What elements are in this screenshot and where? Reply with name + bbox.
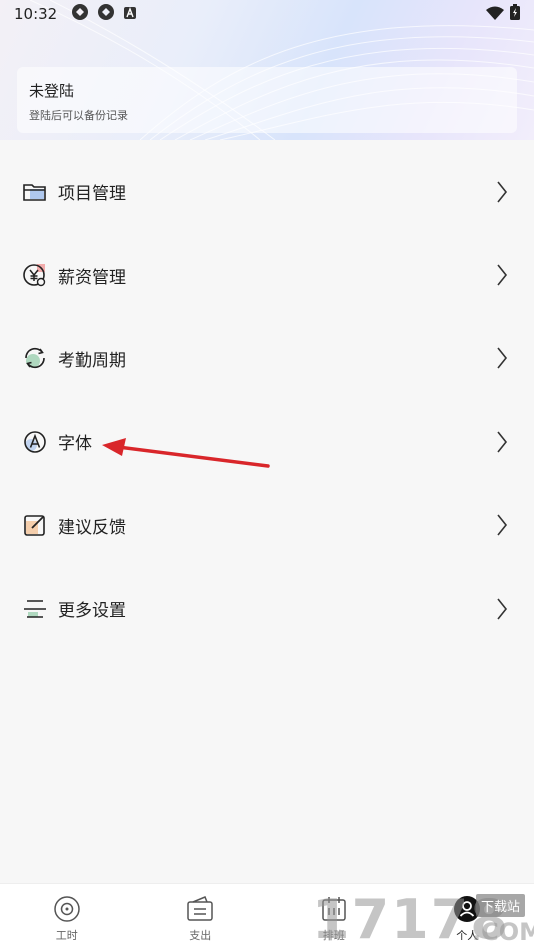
menu-item-label: 薪资管理 bbox=[58, 267, 126, 288]
menu-item-salary-management[interactable]: 薪资管理 bbox=[0, 233, 534, 316]
chevron-right-icon bbox=[497, 514, 508, 536]
menu-item-label: 项目管理 bbox=[58, 184, 126, 205]
profile-header: 10:32 未登陆 登陆后可以备份记录 bbox=[0, 0, 534, 140]
settings-list-icon bbox=[22, 596, 48, 622]
clock-icon bbox=[54, 896, 80, 922]
edit-icon bbox=[22, 512, 48, 538]
menu-item-label: 考勤周期 bbox=[58, 350, 126, 371]
login-title: 未登陆 bbox=[29, 82, 75, 100]
menu-item-label: 字体 bbox=[58, 434, 92, 455]
font-icon bbox=[22, 429, 48, 455]
yen-icon bbox=[22, 262, 48, 288]
folder-icon bbox=[22, 179, 48, 205]
wallet-icon bbox=[187, 896, 213, 921]
menu-item-label: 更多设置 bbox=[58, 601, 126, 622]
menu-item-more-settings[interactable]: 更多设置 bbox=[0, 567, 534, 650]
watermark: 17178 下载站 .COM bbox=[310, 888, 534, 950]
menu-item-project-management[interactable]: 项目管理 bbox=[0, 150, 534, 233]
login-subtitle: 登陆后可以备份记录 bbox=[29, 109, 128, 122]
annotation-arrow bbox=[102, 438, 270, 468]
chevron-right-icon bbox=[497, 264, 508, 286]
menu-item-label: 建议反馈 bbox=[58, 517, 126, 538]
settings-menu: 项目管理 薪资管理 考勤周期 字体 建议反馈 更多设置 bbox=[0, 150, 534, 650]
battery-icon bbox=[510, 4, 520, 24]
tab-label: 工时 bbox=[55, 929, 78, 942]
tab-label: 支出 bbox=[189, 929, 212, 942]
a-app-icon bbox=[123, 5, 137, 24]
sync-icon bbox=[97, 3, 115, 25]
sync-icon bbox=[71, 3, 89, 25]
status-bar: 10:32 bbox=[0, 0, 534, 28]
chevron-right-icon bbox=[497, 347, 508, 369]
chevron-right-icon bbox=[497, 181, 508, 203]
watermark-sub: 下载站 bbox=[476, 894, 526, 917]
watermark-domain: .COM bbox=[472, 918, 534, 946]
tab-expenses[interactable]: 支出 bbox=[134, 884, 268, 950]
menu-item-attendance-cycle[interactable]: 考勤周期 bbox=[0, 317, 534, 400]
status-time: 10:32 bbox=[14, 5, 58, 23]
cycle-icon bbox=[22, 345, 48, 371]
chevron-right-icon bbox=[497, 598, 508, 620]
chevron-right-icon bbox=[497, 431, 508, 453]
tab-work-hours[interactable]: 工时 bbox=[0, 884, 134, 950]
login-card[interactable]: 未登陆 登陆后可以备份记录 bbox=[17, 67, 517, 133]
wifi-icon bbox=[486, 5, 504, 24]
menu-item-feedback[interactable]: 建议反馈 bbox=[0, 484, 534, 567]
